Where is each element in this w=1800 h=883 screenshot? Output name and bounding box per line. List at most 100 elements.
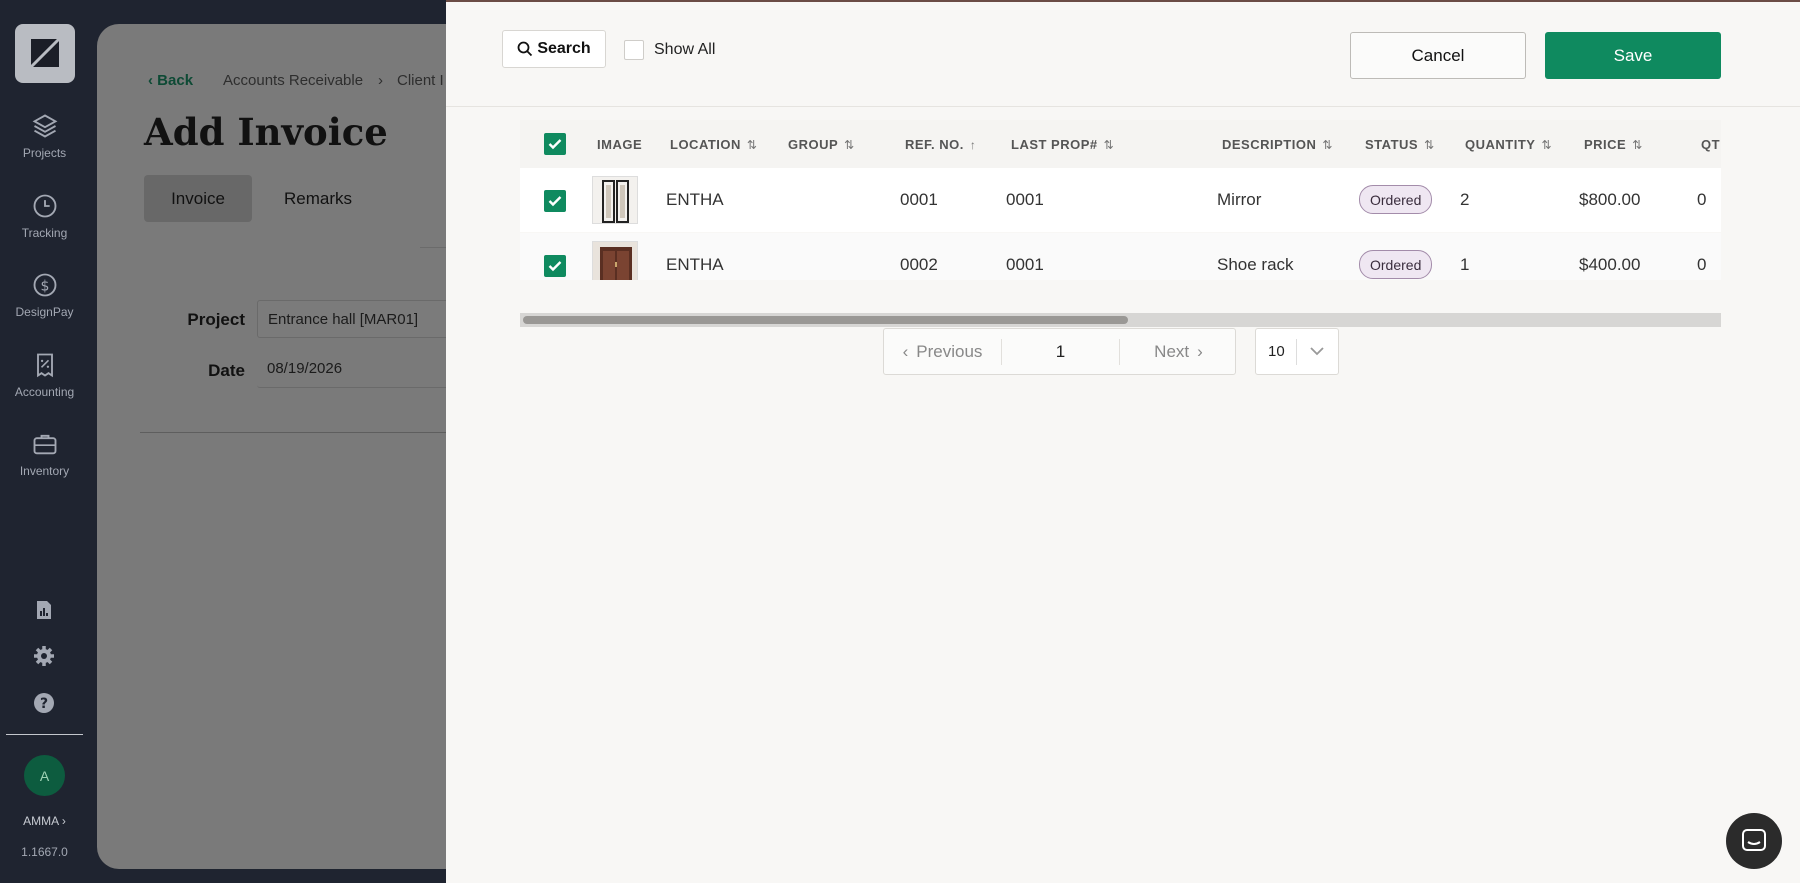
cell-ref-no: 0002 xyxy=(900,255,938,274)
column-header-last-prop[interactable]: LAST PROP# ⇅ xyxy=(1011,137,1114,152)
shoe-rack-thumbnail[interactable] xyxy=(592,241,638,280)
column-label: DESCRIPTION xyxy=(1222,137,1317,152)
nav-label-tracking: Tracking xyxy=(21,226,68,240)
sort-icon: ⇅ xyxy=(1541,137,1553,152)
briefcase-icon xyxy=(33,434,56,455)
user-menu[interactable]: AMMA › xyxy=(0,814,89,828)
mirror-image xyxy=(593,177,637,223)
page-size-select[interactable]: 10 xyxy=(1255,328,1339,375)
nav-item-designpay[interactable]: $ DesignPay xyxy=(0,271,89,319)
nav-divider xyxy=(6,734,83,735)
table-row[interactable]: ENTHA 0002 0001 Shoe rack Ordered 1 $400… xyxy=(520,233,1721,280)
mirror-thumbnail[interactable] xyxy=(592,176,638,224)
nav-item-tracking[interactable]: Tracking xyxy=(0,192,89,240)
chat-launcher-button[interactable] xyxy=(1726,813,1782,869)
status-badge: Ordered xyxy=(1359,250,1433,279)
svg-text:$: $ xyxy=(40,278,49,294)
next-label: Next xyxy=(1154,341,1190,361)
column-header-quantity[interactable]: QUANTITY ⇅ xyxy=(1465,137,1552,152)
search-icon xyxy=(517,41,533,57)
nav-label-designpay: DesignPay xyxy=(15,305,74,319)
breadcrumb-accounts-receivable[interactable]: Accounts Receivable xyxy=(223,72,363,89)
column-header-group[interactable]: GROUP ⇅ xyxy=(788,137,855,152)
row-checkbox[interactable] xyxy=(544,255,566,277)
back-link[interactable]: ‹ Back xyxy=(148,72,193,89)
column-header-description[interactable]: DESCRIPTION ⇅ xyxy=(1222,137,1333,152)
scrollbar-thumb[interactable] xyxy=(523,316,1128,324)
cell-location: ENTHA xyxy=(666,255,724,274)
date-label: Date xyxy=(208,361,245,380)
breadcrumb-client[interactable]: Client I xyxy=(397,72,447,89)
select-all-checkbox[interactable] xyxy=(544,133,566,155)
save-button[interactable]: Save xyxy=(1545,32,1721,79)
check-icon xyxy=(548,196,562,207)
cell-quantity: 1 xyxy=(1460,255,1470,274)
date-value: 08/19/2026 xyxy=(267,360,343,377)
nav-label-accounting: Accounting xyxy=(14,385,75,399)
page-size-value: 10 xyxy=(1268,343,1285,360)
column-label: IMAGE xyxy=(597,137,643,152)
tab-remarks[interactable]: Remarks xyxy=(266,175,370,222)
project-field[interactable]: Entrance hall [MAR01] xyxy=(257,300,457,338)
column-label: QT xyxy=(1701,137,1721,152)
show-all-toggle[interactable]: Show All xyxy=(624,40,715,60)
column-header-image: IMAGE xyxy=(597,137,642,152)
row-checkbox[interactable] xyxy=(544,190,566,212)
column-header-price[interactable]: PRICE ⇅ xyxy=(1584,137,1643,152)
sort-icon: ⇅ xyxy=(1632,137,1643,152)
chevron-down-icon xyxy=(1310,347,1324,356)
chevron-left-icon: ‹ xyxy=(148,72,153,89)
column-header-ref-no[interactable]: REF. NO. ↑ xyxy=(905,137,976,152)
search-button[interactable]: Search xyxy=(502,30,606,68)
cell-qt: 0 xyxy=(1697,255,1707,274)
app-logo[interactable] xyxy=(15,24,75,83)
column-label: STATUS xyxy=(1365,137,1419,152)
column-header-location[interactable]: LOCATION ⇅ xyxy=(670,137,757,152)
tab-invoice[interactable]: Invoice xyxy=(144,175,252,222)
nav-item-projects[interactable]: Projects xyxy=(0,112,89,160)
column-header-qt[interactable]: QT xyxy=(1701,137,1720,152)
column-label: QUANTITY xyxy=(1465,137,1536,152)
svg-text:?: ? xyxy=(40,696,48,712)
status-badge: Ordered xyxy=(1359,185,1433,214)
show-all-checkbox[interactable] xyxy=(624,40,644,60)
next-page-button[interactable]: Next › xyxy=(1120,329,1237,374)
nav-label-inventory: Inventory xyxy=(19,464,70,478)
column-header-status[interactable]: STATUS ⇅ xyxy=(1365,137,1435,152)
cell-description: Shoe rack xyxy=(1217,255,1294,274)
chevron-left-icon: ‹ xyxy=(902,341,909,361)
sort-icon: ⇅ xyxy=(1103,137,1115,152)
current-page[interactable]: 1 xyxy=(1002,329,1119,374)
table-row[interactable]: ENTHA 0001 0001 Mirror Ordered 2 $800.00… xyxy=(520,168,1721,232)
previous-page-button[interactable]: ‹ Previous xyxy=(884,329,1001,374)
cell-quantity: 2 xyxy=(1460,190,1470,209)
page-title: Add Invoice xyxy=(144,110,388,154)
cell-description: Mirror xyxy=(1217,190,1262,209)
logo-icon xyxy=(29,37,61,69)
horizontal-scrollbar[interactable] xyxy=(520,313,1721,327)
shoe-rack-image xyxy=(593,242,637,280)
check-icon xyxy=(548,139,562,150)
nav-item-accounting[interactable]: Accounting xyxy=(0,351,89,399)
user-name: AMMA xyxy=(23,814,59,828)
column-label: LAST PROP# xyxy=(1011,137,1098,152)
sort-icon: ⇅ xyxy=(844,137,855,152)
column-label: GROUP xyxy=(788,137,839,152)
layers-icon xyxy=(32,114,57,138)
cell-last-prop: 0001 xyxy=(1006,255,1044,274)
column-label: PRICE xyxy=(1584,137,1627,152)
back-label: Back xyxy=(157,72,194,89)
cancel-button[interactable]: Cancel xyxy=(1350,32,1526,79)
date-field[interactable]: 08/19/2026 xyxy=(257,350,457,388)
gear-icon[interactable] xyxy=(32,644,56,668)
left-nav: Projects Tracking $ DesignPay Accounting… xyxy=(0,0,89,883)
pagination: ‹ Previous 1 Next › xyxy=(883,328,1236,375)
avatar[interactable]: A xyxy=(24,755,65,796)
sort-icon: ⇅ xyxy=(1322,137,1333,152)
panel-toolbar: Search Show All Cancel Save xyxy=(446,2,1800,107)
help-icon[interactable]: ? xyxy=(32,691,56,715)
check-icon xyxy=(548,261,562,272)
previous-label: Previous xyxy=(916,341,983,361)
report-icon[interactable] xyxy=(32,598,56,622)
nav-item-inventory[interactable]: Inventory xyxy=(0,430,89,478)
